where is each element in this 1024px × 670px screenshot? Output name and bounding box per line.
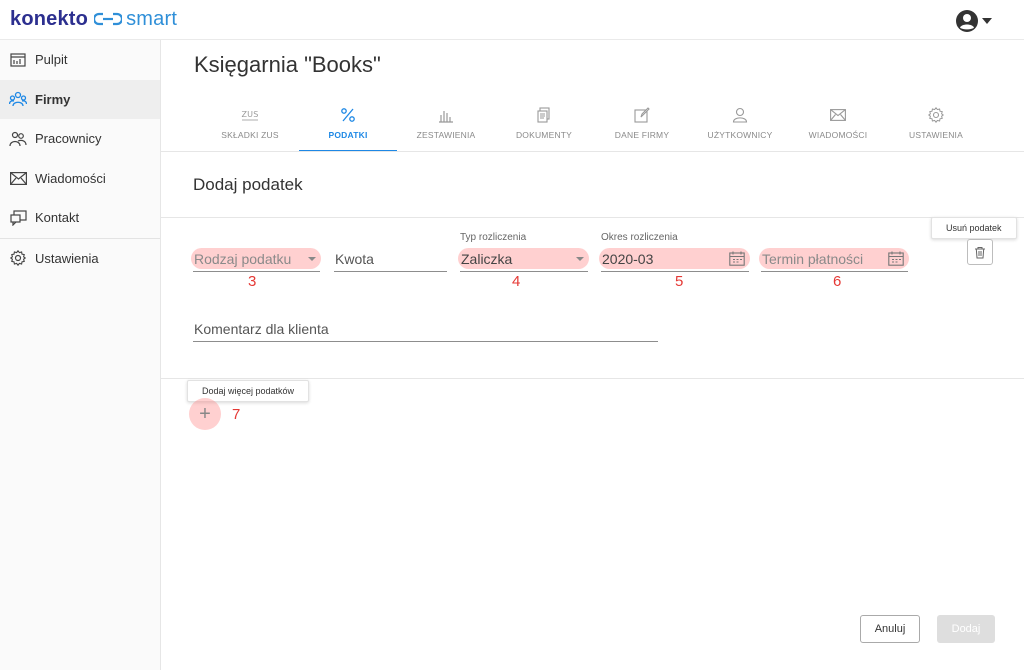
tab-label: SKŁADKI ZUS [221, 130, 279, 140]
percent-icon [340, 104, 356, 126]
tab-uzytkownicy[interactable]: UŻYTKOWNICY [691, 102, 789, 152]
period-date-field[interactable]: Okres rozliczenia 2020-03 [599, 232, 750, 272]
link-icon [94, 12, 123, 26]
tab-label: DANE FIRMY [614, 130, 670, 140]
top-bar: konekto smart [0, 0, 1024, 40]
contact-icon [9, 209, 27, 227]
zus-icon: ZUS [240, 104, 260, 126]
documents-icon [537, 104, 551, 126]
gear-icon [928, 104, 944, 126]
main-content: Księgarnia "Books" ZUS SKŁADKI ZUS PODAT… [161, 40, 1024, 670]
chevron-down-icon [576, 257, 584, 261]
sidebar-item-label: Ustawienia [35, 250, 99, 266]
gear-icon [9, 249, 27, 267]
tab-label: PODATKI [328, 130, 368, 140]
amount-placeholder: Kwota [335, 251, 374, 267]
tab-skladki-zus[interactable]: ZUS SKŁADKI ZUS [201, 102, 299, 152]
tab-label: WIADOMOŚCI [808, 130, 868, 140]
employees-icon [9, 130, 27, 148]
remove-tax-tooltip: Usuń podatek [931, 217, 1017, 239]
trash-icon [975, 246, 985, 258]
remove-tax-button[interactable] [967, 239, 993, 265]
tab-zestawienia[interactable]: ZESTAWIENIA [397, 102, 495, 152]
logo-word-smart: smart [126, 7, 178, 30]
caret-down-icon [982, 18, 992, 24]
section-divider [161, 378, 1024, 379]
settlement-type-select[interactable]: Typ rozliczenia Zaliczka [458, 232, 589, 272]
sidebar: Pulpit Firmy Pracownicy Wiadomości Konta… [0, 40, 161, 670]
section-title: Dodaj podatek [193, 175, 303, 194]
period-value: 2020-03 [602, 251, 654, 267]
calendar-icon [729, 251, 745, 266]
period-label: Okres rozliczenia [601, 232, 678, 243]
sidebar-item-label: Firmy [35, 91, 71, 107]
tab-dane-firmy[interactable]: DANE FIRMY [593, 102, 691, 152]
comment-placeholder: Komentarz dla klienta [194, 321, 329, 337]
submit-button[interactable]: Dodaj [937, 615, 995, 643]
mail-icon [830, 104, 846, 126]
annotation-number-5: 5 [675, 273, 684, 290]
account-circle-icon [956, 10, 978, 32]
sidebar-item-label: Pracownicy [35, 131, 102, 147]
sidebar-item-label: Pulpit [35, 52, 68, 68]
plus-icon: + [199, 402, 211, 425]
tabs-divider [161, 151, 1024, 152]
sidebar-item-ustawienia[interactable]: Ustawienia [0, 239, 160, 279]
section-divider [161, 217, 1024, 218]
annotation-number-6: 6 [833, 273, 842, 290]
tab-dokumenty[interactable]: DOKUMENTY [495, 102, 593, 152]
sidebar-item-pracownicy[interactable]: Pracownicy [0, 119, 160, 159]
tab-label: DOKUMENTY [515, 130, 573, 140]
companies-icon [9, 90, 27, 108]
page-title: Księgarnia "Books" [194, 52, 381, 77]
chevron-down-icon [308, 257, 316, 261]
dashboard-icon [9, 51, 27, 69]
due-date-field[interactable]: Termin płatności [759, 248, 909, 272]
tab-label: UŻYTKOWNICY [707, 130, 773, 140]
tab-ustawienia[interactable]: USTAWIENIA [887, 102, 985, 152]
user-icon [732, 104, 748, 126]
tax-type-select[interactable]: Rodzaj podatku [191, 248, 321, 272]
user-menu[interactable] [955, 9, 992, 33]
sidebar-item-label: Wiadomości [35, 170, 106, 186]
tax-type-placeholder: Rodzaj podatku [194, 251, 292, 267]
due-date-placeholder: Termin płatności [762, 251, 864, 267]
tab-wiadomosci[interactable]: WIADOMOŚCI [789, 102, 887, 152]
logo[interactable]: konekto smart [10, 7, 177, 31]
calendar-icon [888, 251, 904, 266]
tab-podatki[interactable]: PODATKI [299, 102, 397, 152]
settlement-type-value: Zaliczka [461, 251, 513, 267]
client-comment-input[interactable]: Komentarz dla klienta [193, 318, 658, 342]
sidebar-item-wiadomosci[interactable]: Wiadomości [0, 159, 160, 199]
sidebar-item-firmy[interactable]: Firmy [0, 79, 160, 119]
sidebar-item-kontakt[interactable]: Kontakt [0, 198, 160, 238]
settlement-type-label: Typ rozliczenia [460, 232, 527, 243]
tab-label: ZESTAWIENIA [416, 130, 476, 140]
annotation-number-7: 7 [232, 406, 241, 423]
annotation-number-3: 3 [248, 273, 257, 290]
sidebar-item-pulpit[interactable]: Pulpit [0, 40, 160, 80]
amount-input[interactable]: Kwota [334, 248, 447, 272]
svg-text:ZUS: ZUS [241, 110, 258, 119]
add-more-taxes-button[interactable]: + [189, 398, 221, 430]
tab-label: USTAWIENIA [909, 130, 963, 140]
bar-chart-icon [438, 104, 454, 126]
cancel-button[interactable]: Anuluj [860, 615, 920, 643]
annotation-number-4: 4 [512, 273, 521, 290]
tab-bar: ZUS SKŁADKI ZUS PODATKI ZESTAWIENIA DOKU… [201, 102, 985, 152]
mail-icon [9, 169, 27, 187]
edit-icon [634, 104, 650, 126]
sidebar-item-label: Kontakt [35, 210, 80, 226]
logo-word-konekto: konekto [10, 7, 89, 30]
